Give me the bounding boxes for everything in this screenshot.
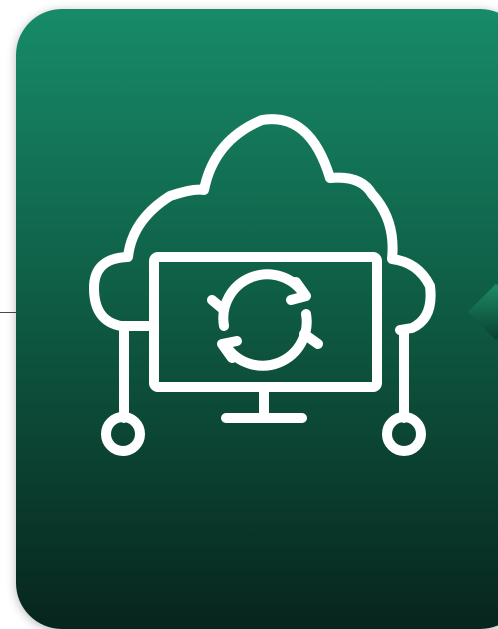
cloud-computer-sync-icon [89,114,436,456]
sync-arrow-top-head [286,277,311,305]
canvas [0,0,498,629]
